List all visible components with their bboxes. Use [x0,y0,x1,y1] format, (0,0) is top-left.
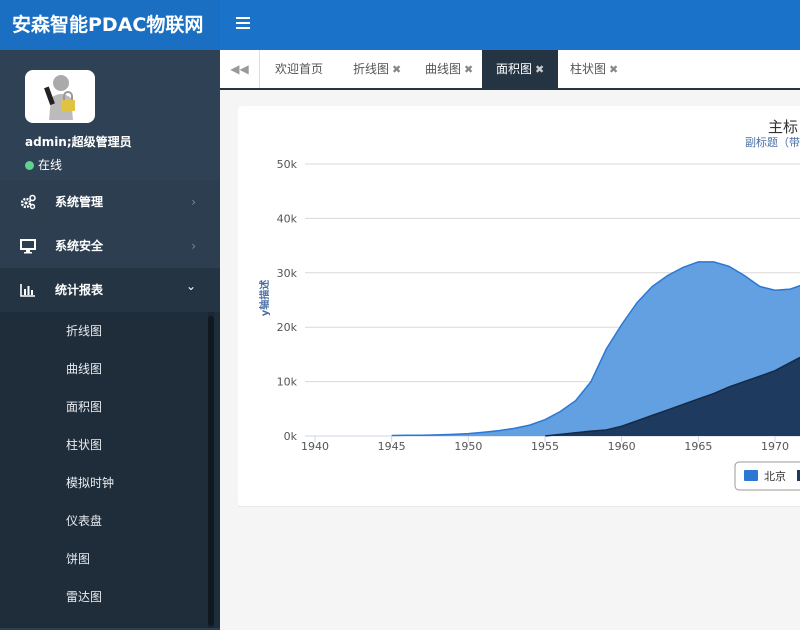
close-icon[interactable]: ✖ [392,63,401,76]
submenu-item-line-chart[interactable]: 折线图 [0,312,220,350]
tab-label: 折线图 [353,62,390,76]
submenu-item-analog-clock[interactable]: 模拟时钟 [0,464,220,502]
chart-card [238,106,800,506]
submenu-item-radar-chart[interactable]: 雷达图 [0,578,220,616]
submenu-item-curve-chart[interactable]: 曲线图 [0,350,220,388]
gears-icon [20,194,36,210]
chart-subtitle: 副标题（带 [745,136,800,149]
tab-label: 柱状图 [570,62,607,76]
sidebar-item-label: 统计报表 [55,283,104,297]
chevron-right-icon: › [191,195,196,209]
tab-label: 曲线图 [425,62,462,76]
sidebar-item-statistics-report[interactable]: 统计报表 ⌄ [0,268,220,312]
tab-bar-chart[interactable]: 柱状图 ✖ [556,50,632,88]
submenu-item-pie-chart[interactable]: 饼图 [0,540,220,578]
statistics-submenu: 折线图 曲线图 面积图 柱状图 模拟时钟 仪表盘 饼图 雷达图 [0,312,220,628]
main-content: 主标 副标题（带 [220,90,800,630]
sidebar-item-label: 系统管理 [55,195,104,209]
chevron-down-icon: ⌄ [185,279,196,293]
sidebar-scrollbar[interactable] [208,312,214,628]
user-name: admin;超级管理员 [25,135,132,149]
monitor-icon [20,239,36,254]
divider [238,506,800,507]
avatar [25,70,95,123]
sidebar-item-label: 系统安全 [55,239,104,253]
chevron-right-icon: › [191,239,196,253]
sidebar-item-system-security[interactable]: 系统安全 › [0,224,220,268]
online-status-icon [25,161,34,170]
close-icon[interactable]: ✖ [609,63,618,76]
tab-line-chart[interactable]: 折线图 ✖ [339,50,415,88]
submenu-item-area-chart[interactable]: 面积图 [0,388,220,426]
tab-welcome[interactable]: 欢迎首页 [261,50,337,88]
brand-title[interactable]: 安森智能PDAC物联网 [0,0,220,50]
scrollbar-thumb[interactable] [208,316,214,626]
submenu-item-bar-chart[interactable]: 柱状图 [0,426,220,464]
user-status-label: 在线 [38,158,63,172]
tab-label: 欢迎首页 [275,62,324,76]
tab-curve-chart[interactable]: 曲线图 ✖ [411,50,487,88]
user-panel: admin;超级管理员 在线 [0,50,220,180]
user-status: 在线 [25,156,62,173]
top-header: 安森智能PDAC物联网 [0,0,800,50]
sidebar: admin;超级管理员 在线 系统管理 › 系统安全 › 统计报表 ⌄ 折线图 … [0,50,220,630]
sidebar-item-system-management[interactable]: 系统管理 › [0,180,220,224]
tab-area-chart[interactable]: 面积图 ✖ [482,50,559,88]
submenu-item-gauge[interactable]: 仪表盘 [0,502,220,540]
tab-label: 面积图 [496,62,533,76]
close-icon[interactable]: ✖ [535,63,544,76]
tab-bar: ◀◀ 欢迎首页 折线图 ✖ 曲线图 ✖ 面积图 ✖ 柱状图 ✖ [220,50,800,90]
bar-chart-icon [20,284,35,297]
close-icon[interactable]: ✖ [464,63,473,76]
menu-toggle-icon[interactable] [236,17,250,31]
tab-scroll-left-icon[interactable]: ◀◀ [220,50,260,88]
